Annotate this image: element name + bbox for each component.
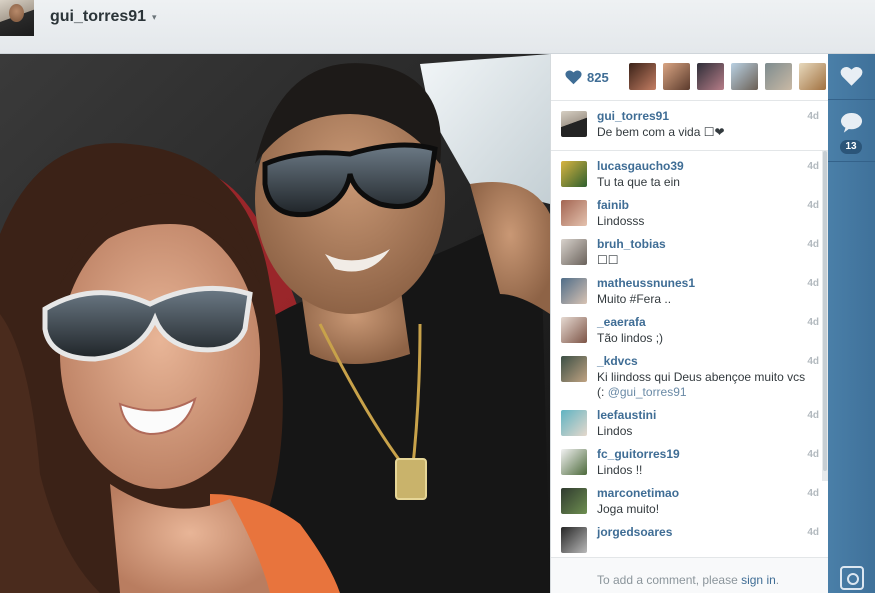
comment-time: 4d xyxy=(807,239,819,250)
sign-in-link[interactable]: sign in xyxy=(741,573,776,587)
comment-time: 4d xyxy=(807,410,819,421)
comment-username[interactable]: marconetimao xyxy=(597,486,829,500)
comment-username[interactable]: lucasgaucho39 xyxy=(597,159,829,173)
comment-time: 4d xyxy=(807,488,819,499)
list-item: marconetimao Joga muito! 4d xyxy=(551,478,829,517)
caption-username[interactable]: gui_torres91 xyxy=(597,109,829,123)
caption-text: De bem com a vida ☐❤ xyxy=(597,125,725,139)
list-item: jorgedsoares 4d xyxy=(551,517,829,553)
speech-bubble-icon xyxy=(840,112,863,133)
liker-avatar[interactable] xyxy=(799,63,826,90)
comment-text: Tu ta que ta ein xyxy=(597,175,680,189)
mention-link[interactable]: @gui_torres91 xyxy=(608,385,687,399)
profile-username[interactable]: gui_torres91 xyxy=(50,8,146,26)
comment-text: Tão lindos ;) xyxy=(597,331,664,345)
comment-text: Muito #Fera .. xyxy=(597,292,672,306)
comment-avatar[interactable] xyxy=(561,161,587,187)
comment-text: Joga muito! xyxy=(597,502,660,516)
comment-text: ☐☐ xyxy=(597,253,619,267)
comments-panel: 825 gui_torres91 De bem com a vida ☐❤ 4d… xyxy=(550,54,829,593)
comment-avatar[interactable] xyxy=(561,449,587,475)
liker-avatar[interactable] xyxy=(731,63,758,90)
comment-avatar[interactable] xyxy=(561,488,587,514)
liker-avatar[interactable] xyxy=(697,63,724,90)
list-item: _kdvcs Ki liindoss qui Deus abençoe muit… xyxy=(551,346,829,400)
profile-avatar[interactable] xyxy=(0,0,34,36)
scrollbar-thumb[interactable] xyxy=(823,151,827,471)
comment-text: Lindosss xyxy=(597,214,645,228)
caption-time: 4d xyxy=(807,111,819,122)
comment-time: 4d xyxy=(807,527,819,538)
list-item: _eaerafa Tão lindos ;) 4d xyxy=(551,307,829,346)
top-header: gui_torres91 ▾ xyxy=(0,0,875,54)
liker-avatar[interactable] xyxy=(629,63,656,90)
liker-avatar[interactable] xyxy=(765,63,792,90)
list-item: fainib Lindosss 4d xyxy=(551,190,829,229)
comment-text: Ki liindoss qui Deus abençoe muito vcs (… xyxy=(597,370,806,399)
comment-text: Lindos xyxy=(597,424,633,438)
action-sidebar: 13 xyxy=(828,54,875,593)
comment-username[interactable]: _eaerafa xyxy=(597,315,829,329)
list-item: lucasgaucho39 Tu ta que ta ein 4d xyxy=(551,151,829,190)
chevron-down-icon[interactable]: ▾ xyxy=(152,12,157,23)
heart-icon xyxy=(840,66,863,86)
comment-avatar[interactable] xyxy=(561,200,587,226)
comment-username[interactable]: bruh_tobias xyxy=(597,237,829,251)
comment-avatar[interactable] xyxy=(561,527,587,553)
post-photo[interactable] xyxy=(0,54,550,593)
comment-time: 4d xyxy=(807,317,819,328)
comment-avatar[interactable] xyxy=(561,410,587,436)
add-comment-footer: To add a comment, please sign in. xyxy=(551,557,829,593)
like-button[interactable] xyxy=(828,54,875,100)
comment-count-badge: 13 xyxy=(840,140,862,154)
comment-time: 4d xyxy=(807,356,819,367)
comment-time: 4d xyxy=(807,200,819,211)
comment-username[interactable]: fainib xyxy=(597,198,829,212)
list-item: bruh_tobias ☐☐ 4d xyxy=(551,229,829,268)
caption-avatar[interactable] xyxy=(561,111,587,137)
instagram-icon[interactable] xyxy=(840,566,864,590)
comment-time: 4d xyxy=(807,278,819,289)
comment-username[interactable]: jorgedsoares xyxy=(597,525,829,539)
comment-username[interactable]: fc_guitorres19 xyxy=(597,447,829,461)
list-item: matheussnunes1 Muito #Fera .. 4d xyxy=(551,268,829,307)
comment-time: 4d xyxy=(807,449,819,460)
likes-row: 825 xyxy=(551,54,829,101)
comment-username[interactable]: matheussnunes1 xyxy=(597,276,829,290)
comment-avatar[interactable] xyxy=(561,278,587,304)
list-item: fc_guitorres19 Lindos !! 4d xyxy=(551,439,829,478)
comment-time: 4d xyxy=(807,161,819,172)
list-item: leefaustini Lindos 4d xyxy=(551,400,829,439)
comment-avatar[interactable] xyxy=(561,317,587,343)
caption: gui_torres91 De bem com a vida ☐❤ 4d xyxy=(551,101,829,151)
like-count[interactable]: 825 xyxy=(587,70,609,85)
comment-text: Lindos !! xyxy=(597,463,643,477)
comment-avatar[interactable] xyxy=(561,356,587,382)
comment-avatar[interactable] xyxy=(561,239,587,265)
heart-icon[interactable] xyxy=(565,69,582,86)
liker-avatar[interactable] xyxy=(663,63,690,90)
comment-username[interactable]: _kdvcs xyxy=(597,354,829,368)
comment-list[interactable]: lucasgaucho39 Tu ta que ta ein 4d fainib… xyxy=(551,151,829,557)
comment-username[interactable]: leefaustini xyxy=(597,408,829,422)
